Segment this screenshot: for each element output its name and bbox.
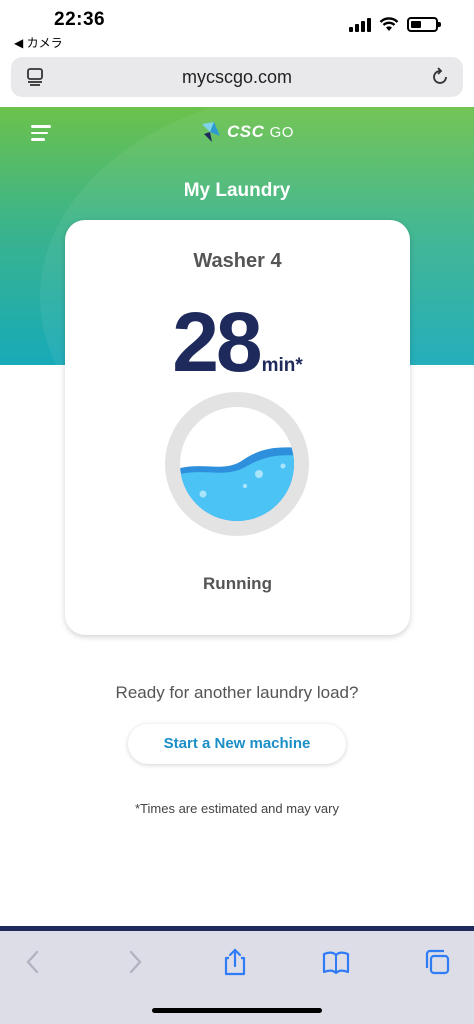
time-unit: min* — [261, 355, 303, 376]
bookmarks-icon[interactable] — [321, 947, 351, 977]
remaining-minutes: 28 — [172, 295, 262, 389]
share-icon[interactable] — [220, 947, 250, 977]
logo-mark-icon — [202, 122, 220, 142]
home-indicator — [152, 1008, 322, 1013]
logo-text: CSC — [227, 122, 265, 141]
estimate-disclaimer: *Times are estimated and may vary — [135, 801, 339, 816]
reload-icon[interactable] — [429, 66, 451, 88]
machine-status: Running — [203, 574, 272, 593]
back-to-app-link[interactable]: ◀ カメラ — [14, 34, 63, 51]
address-bar[interactable]: mycscgo.com — [11, 57, 463, 97]
url-text: mycscgo.com — [181, 67, 293, 87]
status-time: 22:36 — [54, 9, 106, 30]
page-title: My Laundry — [183, 180, 291, 201]
washer-drum-icon — [165, 392, 309, 536]
menu-icon[interactable] — [31, 125, 51, 141]
status-icons — [349, 17, 441, 32]
another-load-prompt: Ready for another laundry load? — [115, 683, 359, 702]
csc-go-logo[interactable]: CSC GO — [200, 120, 294, 144]
cellular-signal-icon — [349, 17, 371, 32]
start-new-machine-button[interactable]: Start a New machine — [128, 724, 346, 764]
remaining-time: 28 min* — [65, 300, 410, 384]
back-icon[interactable] — [18, 947, 48, 977]
wifi-icon — [379, 17, 399, 31]
logo-suffix: GO — [269, 124, 294, 141]
forward-icon[interactable] — [120, 947, 150, 977]
washer-card[interactable]: Washer 4 28 min* Running — [65, 220, 410, 635]
tab-overview-icon[interactable] — [422, 947, 452, 977]
battery-level — [411, 21, 422, 28]
status-bar: 22:36 ◀ カメラ — [0, 0, 474, 52]
battery-icon — [407, 17, 441, 32]
machine-name: Washer 4 — [193, 250, 282, 272]
